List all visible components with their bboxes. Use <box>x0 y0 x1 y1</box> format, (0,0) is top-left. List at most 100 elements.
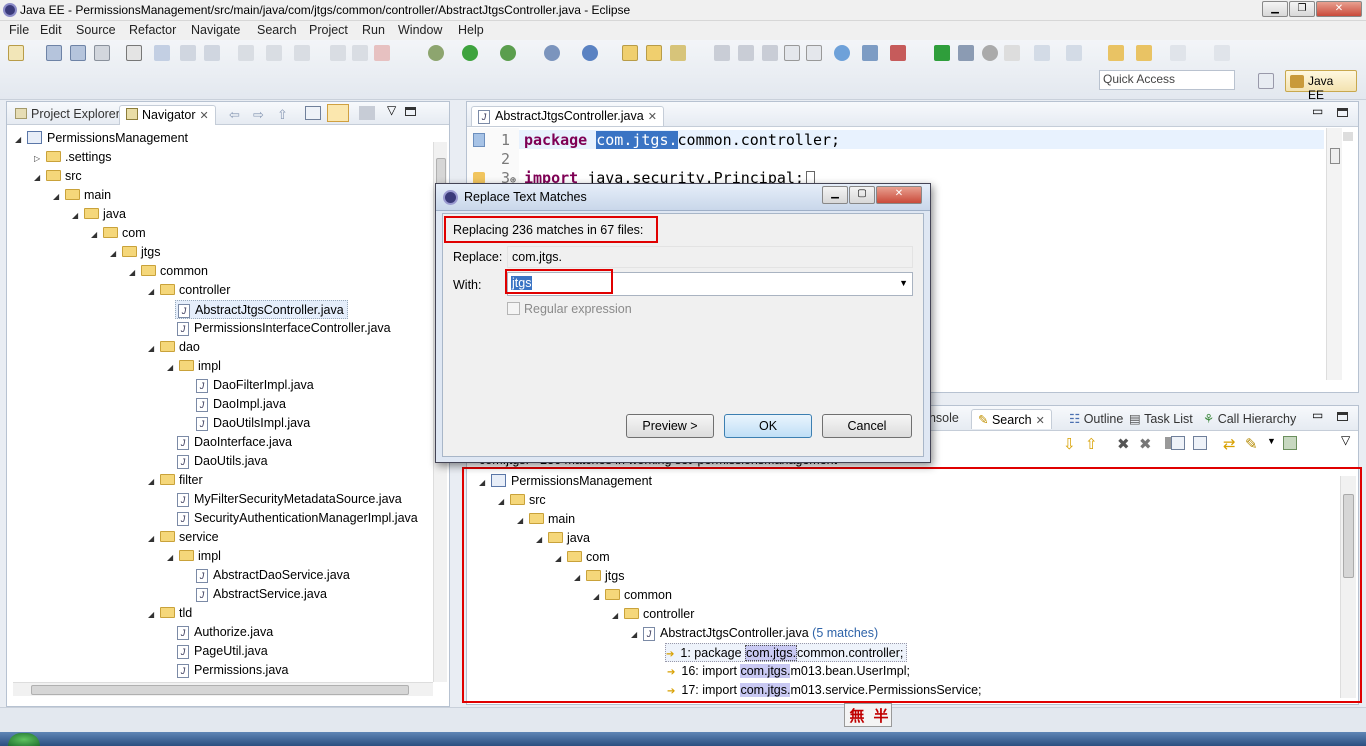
maximize-panel-icon[interactable] <box>1337 412 1348 421</box>
whitespace-icon[interactable] <box>806 45 822 61</box>
tree-row-permissions[interactable]: J Permissions.java <box>175 661 288 680</box>
debug-icon[interactable] <box>428 45 444 61</box>
up-arrow-icon[interactable]: ⇧ <box>277 107 288 123</box>
menu-source[interactable]: Source <box>76 23 116 37</box>
quick-access-input[interactable]: Quick Access <box>1099 70 1235 90</box>
scrollbar-thumb[interactable] <box>31 685 409 695</box>
tree-row-com[interactable]: ◢ com <box>91 224 146 243</box>
tree-row-dao-impl[interactable]: ◢ impl <box>167 357 221 376</box>
tree-row-myfiltersecuritymetadatasource[interactable]: J MyFilterSecurityMetadataSource.java <box>175 490 402 509</box>
view-menu-icon[interactable]: ▽ <box>1341 433 1350 447</box>
close-tab-icon[interactable]: ✕ <box>1036 415 1045 427</box>
annotation-icon[interactable] <box>714 45 730 61</box>
last-edit-icon[interactable] <box>1136 45 1152 61</box>
tree-row-service[interactable]: ◢ service <box>148 528 219 547</box>
tree-row-daointerface[interactable]: J DaoInterface.java <box>175 433 292 452</box>
menu-navigate[interactable]: Navigate <box>191 23 240 37</box>
search-icon[interactable] <box>670 45 686 61</box>
minimize-button[interactable]: ▁ <box>1262 1 1288 17</box>
close-tab-icon[interactable]: ✕ <box>200 110 209 122</box>
tree-row-tld[interactable]: ◢ tld <box>148 604 192 623</box>
step-return-icon[interactable] <box>294 45 310 61</box>
editor-vertical-scrollbar[interactable] <box>1326 128 1342 380</box>
open-type-icon[interactable] <box>622 45 638 61</box>
binary-icon[interactable] <box>126 45 142 61</box>
tree-row-jtgs[interactable]: ◢ jtgs <box>110 243 160 262</box>
maximize-button[interactable]: ❐ <box>1289 1 1315 17</box>
tree-row-controller[interactable]: ◢ controller <box>148 281 230 300</box>
cancel-button[interactable]: Cancel <box>822 414 912 438</box>
collapse-all-icon[interactable] <box>1193 436 1207 450</box>
expand-all-icon[interactable] <box>1171 436 1185 450</box>
forward-icon[interactable] <box>1170 45 1186 61</box>
toggle-mark-icon[interactable] <box>762 45 778 61</box>
menu-run[interactable]: Run <box>362 23 385 37</box>
regex-option[interactable]: Regular expression <box>507 302 632 316</box>
ime-mode[interactable]: 無 <box>847 705 867 725</box>
regex-checkbox[interactable] <box>507 302 520 315</box>
terminate-icon[interactable] <box>204 45 220 61</box>
deploy-icon[interactable] <box>890 45 906 61</box>
preview-button[interactable]: Preview > <box>626 414 714 438</box>
tree-row-permissionsinterfacecontroller[interactable]: J PermissionsInterfaceController.java <box>175 319 391 338</box>
tab-call-hierarchy[interactable]: ⚘ Call Hierarchy <box>1197 409 1302 429</box>
search-again-icon[interactable]: ⇄ <box>1223 435 1236 453</box>
run-external-icon[interactable] <box>500 45 516 61</box>
suspend-icon[interactable] <box>352 45 368 61</box>
menu-help[interactable]: Help <box>458 23 484 37</box>
server-icon[interactable] <box>544 45 560 61</box>
back-icon[interactable] <box>1108 45 1124 61</box>
tree-row-authorize[interactable]: J Authorize.java <box>175 623 273 642</box>
tree-row-pageutil[interactable]: J PageUtil.java <box>175 642 268 661</box>
menu-window[interactable]: Window <box>398 23 442 37</box>
pen-icon[interactable] <box>738 45 754 61</box>
run-last-icon[interactable] <box>934 45 950 61</box>
globe-icon[interactable] <box>834 45 850 61</box>
tree-row-daoimpl[interactable]: J DaoImpl.java <box>194 395 286 414</box>
show-previous-searches-icon[interactable]: ✎ <box>1245 435 1258 453</box>
horizontal-scrollbar[interactable] <box>13 682 433 696</box>
remove-all-matches-icon[interactable]: ✖ <box>1139 435 1152 453</box>
code-line-1-content[interactable]: package com.jtgs.common.controller; <box>524 131 840 149</box>
next-match-icon[interactable]: ⇩ <box>1063 435 1076 453</box>
step-over-icon[interactable] <box>266 45 282 61</box>
menu-refactor[interactable]: Refactor <box>129 23 176 37</box>
collapse-all-icon[interactable] <box>305 106 321 120</box>
tree-row-daoutilsimpl[interactable]: J DaoUtilsImpl.java <box>194 414 310 433</box>
menu-file[interactable]: File <box>9 23 29 37</box>
minimize-view-icon[interactable]: ▽ <box>387 103 396 117</box>
menu-edit[interactable]: Edit <box>40 23 62 37</box>
dropdown-icon[interactable]: ▼ <box>1267 436 1276 446</box>
stop-icon[interactable] <box>374 45 390 61</box>
hand-icon[interactable] <box>1004 45 1020 61</box>
next-annotation-icon[interactable] <box>1034 45 1050 61</box>
menu-project[interactable]: Project <box>309 23 348 37</box>
pin-icon[interactable] <box>1214 45 1230 61</box>
close-tab-icon[interactable]: ✕ <box>648 111 657 123</box>
profile-icon[interactable] <box>958 45 974 61</box>
tab-task-list[interactable]: ▤ Task List <box>1123 409 1199 429</box>
tree-row-main[interactable]: ◢ main <box>53 186 111 205</box>
new-icon[interactable] <box>8 45 24 61</box>
forward-arrow-icon[interactable]: ⇨ <box>253 107 264 123</box>
tree-row-src[interactable]: ◢ src <box>34 167 82 186</box>
tree-row-java[interactable]: ◢ java <box>72 205 126 224</box>
tab-outline[interactable]: ☷ Outline <box>1063 409 1129 429</box>
tab-project-explorer[interactable]: Project Explorer <box>9 105 126 125</box>
tree-row-common[interactable]: ◢ common <box>129 262 208 281</box>
minimize-editor-icon[interactable]: ▭ <box>1312 104 1323 118</box>
tree-row-filter[interactable]: ◢ filter <box>148 471 203 490</box>
open-folder-icon[interactable] <box>646 45 662 61</box>
previous-annotation-icon[interactable] <box>1066 45 1082 61</box>
tree-row-settings[interactable]: ▷ .settings <box>34 148 112 167</box>
ime-width[interactable]: 半 <box>871 705 891 725</box>
dialog-minimize-button[interactable]: ▁ <box>822 186 848 204</box>
tab-abstractjtgscontroller[interactable]: J AbstractJtgsController.java ✕ <box>471 106 664 126</box>
tab-navigator[interactable]: Navigator ✕ <box>119 105 216 125</box>
scrollbar-thumb[interactable] <box>1330 148 1340 164</box>
view-menu-icon[interactable] <box>359 106 375 120</box>
tree-row-abstractjtgscontroller[interactable]: J AbstractJtgsController.java <box>175 300 348 319</box>
minimize-panel-icon[interactable]: ▭ <box>1312 408 1323 422</box>
perspective-java-ee-button[interactable]: Java EE <box>1285 70 1357 102</box>
new-class-icon[interactable] <box>582 45 598 61</box>
